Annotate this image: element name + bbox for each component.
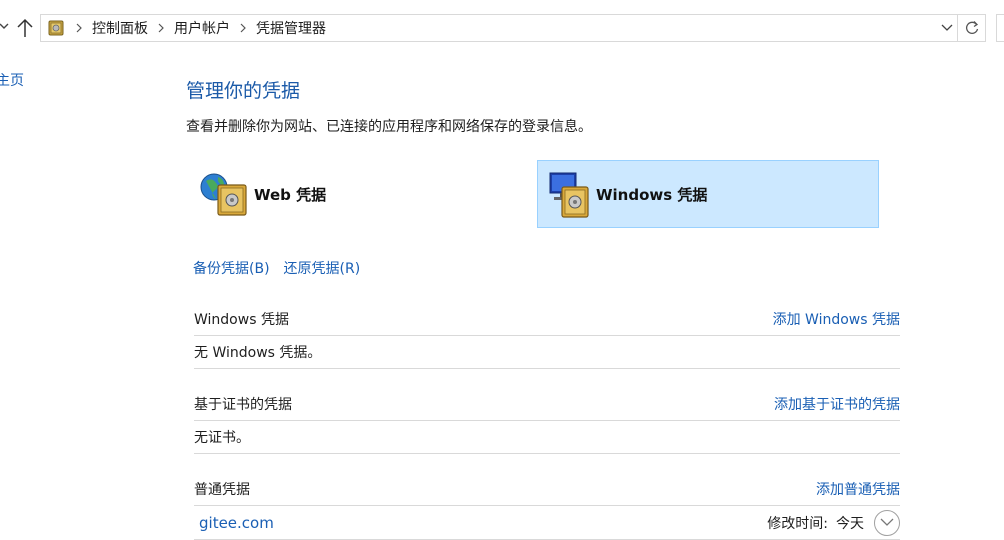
tile-web-credentials-label: Web 凭据 [254,185,327,204]
modified-label: 修改时间: [767,515,828,532]
section-header: 普通凭据 添加普通凭据 [194,472,900,506]
web-credential-icon [196,165,254,223]
windows-credential-icon [538,165,596,223]
add-certificate-credential-link[interactable]: 添加基于证书的凭据 [774,394,900,414]
section-title: 基于证书的凭据 [194,396,292,413]
section-generic-credentials: 普通凭据 添加普通凭据 gitee.com 修改时间: 今天 [194,472,900,540]
empty-message: 无 Windows 凭据。 [194,336,900,369]
section-header: Windows 凭据 添加 Windows 凭据 [194,302,900,336]
section-header: 基于证书的凭据 添加基于证书的凭据 [194,387,900,421]
modified-value: 今天 [836,515,864,532]
tile-web-credentials[interactable]: Web 凭据 [196,160,538,228]
tile-windows-credentials[interactable]: Windows 凭据 [537,160,879,228]
page-description: 查看并删除你为网站、已连接的应用程序和网络保存的登录信息。 [186,119,592,135]
section-windows-credentials: Windows 凭据 添加 Windows 凭据 无 Windows 凭据。 [194,302,900,369]
main-content: 管理你的凭据 查看并删除你为网站、已连接的应用程序和网络保存的登录信息。 Web… [0,0,1004,540]
tile-windows-credentials-label: Windows 凭据 [596,185,708,204]
backup-credentials-link[interactable]: 备份凭据(B) [193,258,270,278]
backup-restore-links: 备份凭据(B) 还原凭据(R) [193,258,360,278]
page-title: 管理你的凭据 [186,80,301,102]
credential-name[interactable]: gitee.com [194,514,274,532]
chevron-down-icon [880,518,894,526]
section-title: 普通凭据 [194,481,250,498]
restore-credentials-link[interactable]: 还原凭据(R) [284,258,361,278]
list-item[interactable]: gitee.com 修改时间: 今天 [194,506,900,540]
add-generic-credential-link[interactable]: 添加普通凭据 [816,479,900,499]
expand-button[interactable] [874,509,900,536]
add-windows-credential-link[interactable]: 添加 Windows 凭据 [773,309,900,329]
section-certificate-credentials: 基于证书的凭据 添加基于证书的凭据 无证书。 [194,387,900,454]
credential-meta: 修改时间: 今天 [767,509,900,536]
empty-message: 无证书。 [194,421,900,454]
section-title: Windows 凭据 [194,311,289,328]
